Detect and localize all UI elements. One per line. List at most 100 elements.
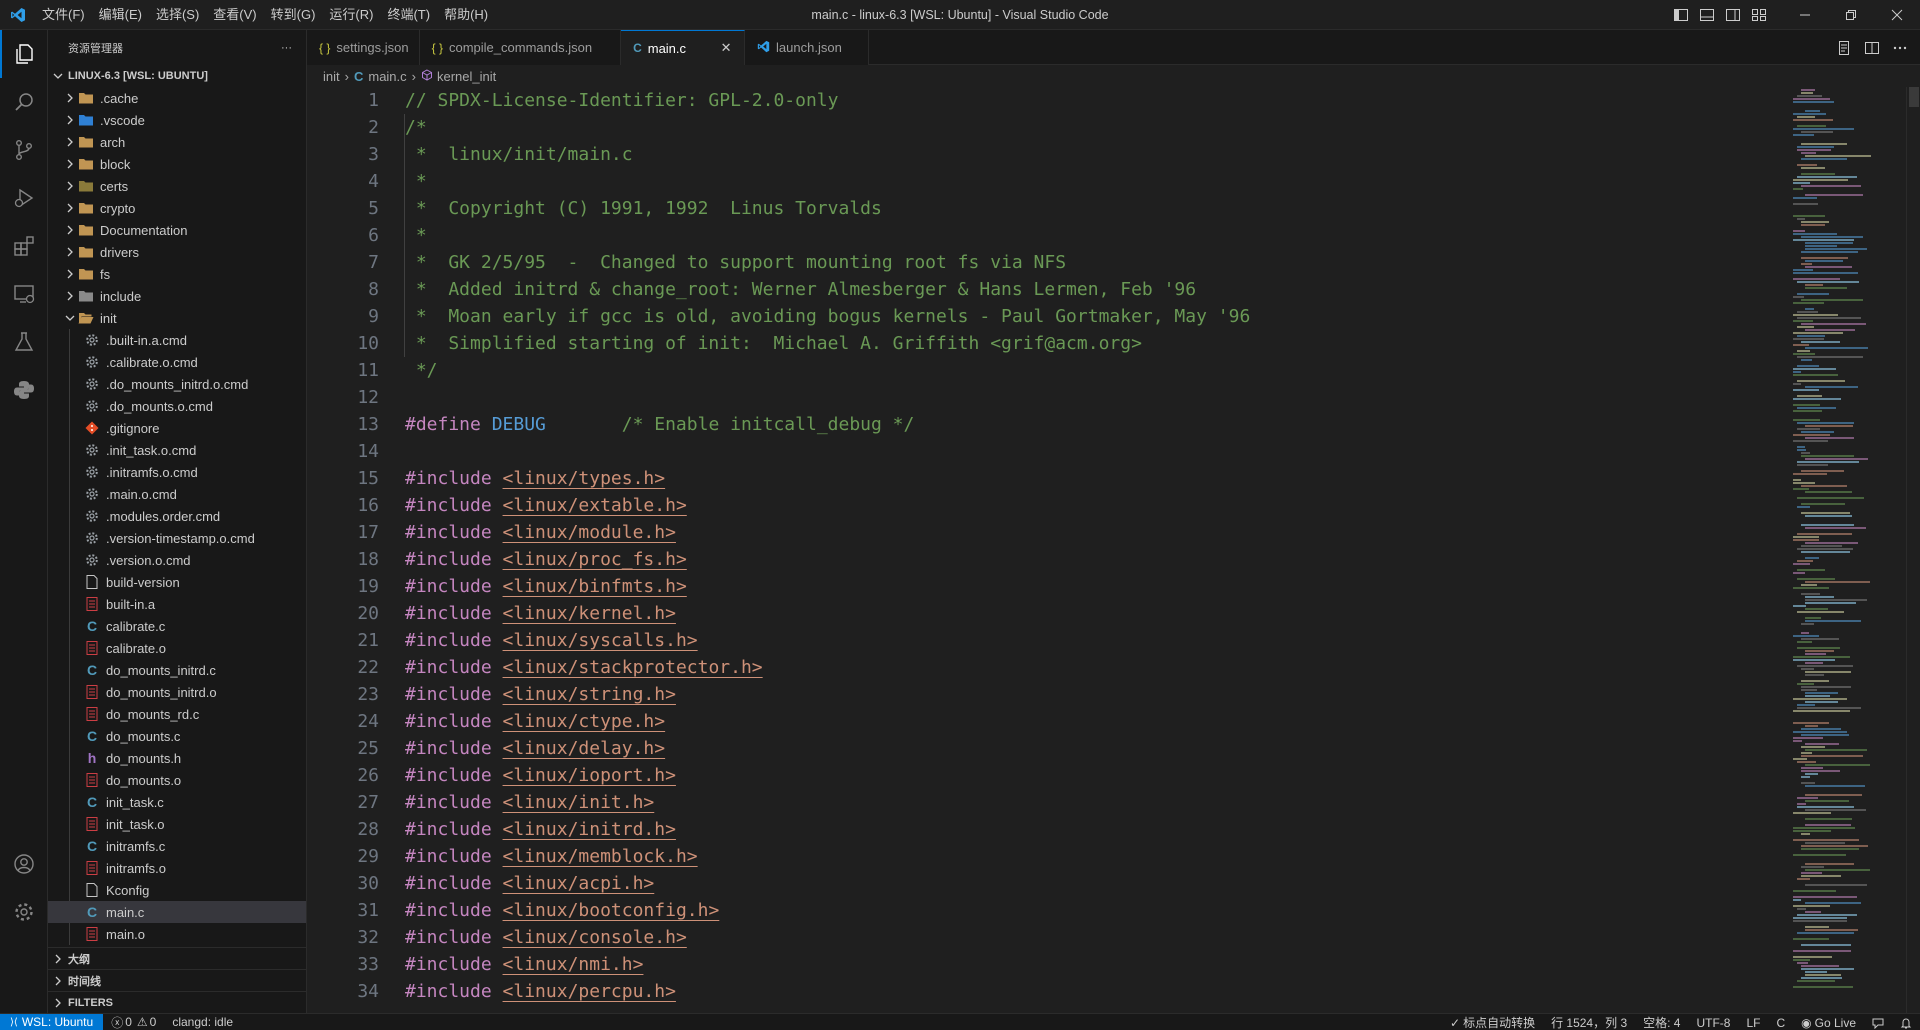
problems-indicator[interactable]: ⓧ 0 ⚠ 0 <box>103 1014 164 1030</box>
include-path-link[interactable]: <linux/initrd.h> <box>503 819 676 840</box>
include-path-link[interactable]: <linux/bootconfig.h> <box>503 900 720 921</box>
restore-icon[interactable] <box>1828 0 1874 30</box>
include-path-link[interactable]: <linux/percpu.h> <box>503 981 676 1002</box>
menu-terminal[interactable]: 终端(T) <box>380 0 437 30</box>
tree-file[interactable]: .main.o.cmd <box>48 483 306 505</box>
source-control-icon[interactable] <box>0 126 48 174</box>
tree-file[interactable]: h do_mounts.h <box>48 747 306 769</box>
tab-launch-json[interactable]: launch.json <box>745 30 869 65</box>
tree-file[interactable]: do_mounts_rd.c <box>48 703 306 725</box>
tab-settings-json[interactable]: { } settings.json <box>307 30 420 65</box>
toggle-secondary-sidebar-icon[interactable] <box>1720 0 1746 30</box>
tab-main-c[interactable]: C main.c ✕ <box>621 30 746 65</box>
tree-folder[interactable]: fs <box>48 263 306 285</box>
tree-file[interactable]: Cinit_task.c <box>48 791 306 813</box>
tree-file[interactable]: .init_task.o.cmd <box>48 439 306 461</box>
menu-go[interactable]: 转到(G) <box>264 0 323 30</box>
clangd-status[interactable]: clangd: idle <box>164 1015 241 1029</box>
include-path-link[interactable]: <linux/console.h> <box>503 927 687 948</box>
tree-file[interactable]: main.o <box>48 923 306 945</box>
tree-file[interactable]: .calibrate.o.cmd <box>48 351 306 373</box>
breadcrumb-symbol[interactable]: kernel_init <box>437 69 496 84</box>
code-editor[interactable]: 1 2 3 4 5 6 7 8 9 10 11 12 13 14 15 16 17 18 19 20 21 22 23 24 2… <box>307 87 1920 1013</box>
tree-file[interactable]: .do_mounts.o.cmd <box>48 395 306 417</box>
scrollbar-thumb[interactable] <box>1909 87 1919 107</box>
include-path-link[interactable]: <linux/acpi.h> <box>503 873 655 894</box>
tree-file[interactable]: .gitignore <box>48 417 306 439</box>
vertical-scrollbar[interactable] <box>1906 87 1920 1013</box>
include-path-link[interactable]: <linux/nmi.h> <box>503 954 644 975</box>
tree-file[interactable]: do_mounts_initrd.o <box>48 681 306 703</box>
tree-folder[interactable]: arch <box>48 131 306 153</box>
tree-file[interactable]: Cmain.c <box>48 901 306 923</box>
run-debug-icon[interactable] <box>0 174 48 222</box>
outline-section[interactable]: 大纲 <box>48 947 307 969</box>
accounts-icon[interactable] <box>0 840 48 888</box>
close-tab-icon[interactable]: ✕ <box>718 40 734 56</box>
menu-edit[interactable]: 编辑(E) <box>92 0 149 30</box>
workspace-root[interactable]: LINUX-6.3 [WSL: UBUNTU] <box>48 65 306 87</box>
python-icon[interactable] <box>0 366 48 414</box>
tree-file[interactable]: .built-in.a.cmd <box>48 329 306 351</box>
toggle-primary-sidebar-icon[interactable] <box>1668 0 1694 30</box>
tree-file[interactable]: .modules.order.cmd <box>48 505 306 527</box>
tree-file[interactable]: .version-timestamp.o.cmd <box>48 527 306 549</box>
tree-folder[interactable]: certs <box>48 175 306 197</box>
tree-file[interactable]: Cdo_mounts_initrd.c <box>48 659 306 681</box>
cursor-position[interactable]: 行 1524，列 3 <box>1543 1014 1635 1030</box>
menu-file[interactable]: 文件(F) <box>35 0 92 30</box>
customize-layout-icon[interactable] <box>1746 0 1772 30</box>
tree-file[interactable]: Cdo_mounts.c <box>48 725 306 747</box>
menu-run[interactable]: 运行(R) <box>322 0 380 30</box>
tree-folder[interactable]: .vscode <box>48 109 306 131</box>
include-path-link[interactable]: <linux/kernel.h> <box>503 603 676 624</box>
tree-folder[interactable]: Documentation <box>48 219 306 241</box>
remote-explorer-icon[interactable] <box>0 270 48 318</box>
tree-file[interactable]: Cinitramfs.c <box>48 835 306 857</box>
menu-help[interactable]: 帮助(H) <box>437 0 495 30</box>
tree-file[interactable]: Ccalibrate.c <box>48 615 306 637</box>
explorer-icon[interactable] <box>0 30 48 78</box>
include-path-link[interactable]: <linux/string.h> <box>503 684 676 705</box>
include-path-link[interactable]: <linux/ioport.h> <box>503 765 676 786</box>
tree-folder[interactable]: block <box>48 153 306 175</box>
end-of-line[interactable]: LF <box>1738 1016 1768 1030</box>
minimize-icon[interactable] <box>1782 0 1828 30</box>
remote-indicator[interactable]: ⟩⟨ WSL: Ubuntu <box>0 1013 104 1030</box>
tree-folder-open[interactable]: init <box>48 307 306 329</box>
include-path-link[interactable]: <linux/syscalls.h> <box>503 630 698 651</box>
punctuation-convert-status[interactable]: ✓ 标点自动转换 <box>1442 1014 1543 1030</box>
close-window-icon[interactable] <box>1874 0 1920 30</box>
include-path-link[interactable]: <linux/ctype.h> <box>503 711 666 732</box>
language-mode[interactable]: C <box>1768 1016 1793 1030</box>
code-area[interactable]: // SPDX-License-Identifier: GPL-2.0-only… <box>405 87 1250 1005</box>
tree-file[interactable]: initramfs.o <box>48 857 306 879</box>
tree-folder[interactable]: include <box>48 285 306 307</box>
include-path-link[interactable]: <linux/stackprotector.h> <box>503 657 763 678</box>
more-actions-button[interactable]: ··· <box>281 42 292 54</box>
menu-view[interactable]: 查看(V) <box>206 0 263 30</box>
tree-file[interactable]: calibrate.o <box>48 637 306 659</box>
indentation[interactable]: 空格: 4 <box>1635 1014 1688 1030</box>
tree-file[interactable]: Kconfig <box>48 879 306 901</box>
tree-folder[interactable]: .cache <box>48 87 306 109</box>
minimap[interactable] <box>1793 87 1903 1013</box>
include-path-link[interactable]: <linux/extable.h> <box>503 495 687 516</box>
filters-section[interactable]: FILTERS <box>48 991 307 1013</box>
tree-file[interactable]: built-in.a <box>48 593 306 615</box>
timeline-section[interactable]: 时间线 <box>48 969 307 991</box>
include-path-link[interactable]: <linux/delay.h> <box>503 738 666 759</box>
tree-folder[interactable]: drivers <box>48 241 306 263</box>
tree-file[interactable]: build-version <box>48 571 306 593</box>
include-path-link[interactable]: <linux/proc_fs.h> <box>503 549 687 570</box>
include-path-link[interactable]: <linux/module.h> <box>503 522 676 543</box>
search-icon[interactable] <box>0 78 48 126</box>
include-path-link[interactable]: <linux/binfmts.h> <box>503 576 687 597</box>
testing-flask-icon[interactable] <box>0 318 48 366</box>
notifications-bell-icon[interactable] <box>1892 1017 1920 1029</box>
extensions-icon[interactable] <box>0 222 48 270</box>
manage-gear-icon[interactable] <box>0 888 48 936</box>
feedback-icon[interactable] <box>1864 1017 1892 1029</box>
encoding[interactable]: UTF-8 <box>1688 1016 1738 1030</box>
tab-compile-commands-json[interactable]: { } compile_commands.json <box>419 30 622 65</box>
